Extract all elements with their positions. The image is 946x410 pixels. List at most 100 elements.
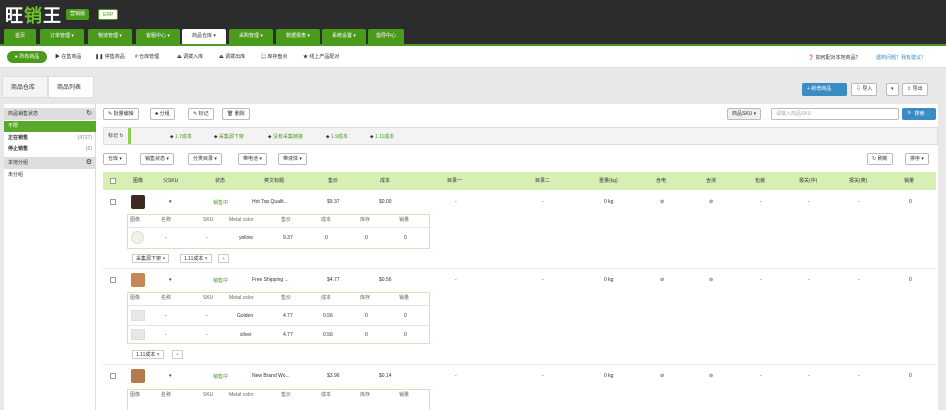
filter-category[interactable]: 分类目录 ▾ [188,153,222,165]
product-thumbnail[interactable] [131,369,145,383]
sku-select[interactable]: 商品SKU ▾ [727,108,762,120]
variant-table: 图像 名称 SKU Metal color 售价 成本 库存 销量 [127,389,430,410]
variant-sku: - [206,332,208,338]
select-all-checkbox[interactable] [110,178,116,184]
breadcrumb-product-list[interactable]: 商品列表 [48,76,94,98]
row-tag-chip[interactable]: 1.11成本 × [180,254,212,263]
image-placeholder-icon[interactable] [131,329,145,340]
sub-item-stocktake[interactable]: ▤ 库存盘点 [261,53,287,60]
nav-tab-guide[interactable]: 指导中心 [368,29,404,44]
search-button[interactable]: 🔍 搜索 [902,108,936,120]
row-checkbox[interactable] [110,199,116,205]
variant-thumbnail[interactable] [131,231,144,244]
tag-1-11[interactable]: ⬥ 1.11成本 [370,132,394,142]
filter-battery[interactable]: 带电池 ▾ [238,153,267,165]
nav-tab-warehouse[interactable]: 商品仓库 ▾ [182,29,226,44]
title-text[interactable]: New Brand Wo... [252,373,290,379]
sidebar-item-ungrouped[interactable]: 未分组 [4,170,96,181]
filter-warehouse[interactable]: 仓库 ▾ [103,153,127,165]
variant-sales: 0 [404,332,407,338]
import-button[interactable]: ⇩ 导入 [851,83,878,96]
help-link-pairing[interactable]: ❓ 如何配对本地商品？ [808,54,861,61]
search-input[interactable]: 请输入商品SKU [771,108,899,120]
add-tag-button[interactable]: + [218,254,229,263]
refresh-icon[interactable]: ↻ [86,108,92,120]
nav-tab-logistics[interactable]: 物流管理 ▾ [88,29,132,44]
row-tag-chip[interactable]: 1.11成本 × [132,350,164,359]
expand-toggle[interactable]: ▾ [169,277,172,283]
weight-text: 0 kg [604,199,614,205]
row-checkbox[interactable] [110,277,116,283]
sub-item-warehouse[interactable]: # 仓库管理 [135,53,159,60]
filter-liquid[interactable]: 带液体 ▾ [278,153,307,165]
help-link-feedback[interactable]: 遇到问题？我有建议！ [876,54,926,61]
import-dropdown-button[interactable]: ▾ [886,83,899,96]
export-button[interactable]: ⇪ 导出 [902,83,928,96]
erp-pill[interactable]: ERP [98,9,119,20]
nav-tab-settings[interactable]: 系统设置 ▾ [322,29,366,44]
sub-col-name: 名称 [161,217,172,223]
tag-icon: ⬥ [268,134,272,140]
logo[interactable]: 旺销王 [5,2,62,28]
tag-no-link[interactable]: ⬥ 没有采集链接 [268,132,303,142]
trade-edition-pill[interactable]: 营销版 [66,9,90,20]
variant-row: - - yellow 9.37 0 0 0 [128,228,429,248]
row-checkbox[interactable] [110,373,116,379]
sub-item-on-sale[interactable]: ▶ 在售商品 [55,53,81,60]
sub-item-off-sale[interactable]: ❚❚ 停售商品 [95,53,125,60]
add-product-button[interactable]: + 新增商品 [802,83,847,96]
sub-col-stock: 库存 [360,295,371,301]
nav-tab-purchase[interactable]: 采购管理 ▾ [229,29,273,44]
row-tag-chip[interactable]: 采集源下架 × [132,254,170,263]
group-button[interactable]: ♣ 分组 [150,108,175,120]
sub-item-transfer-in[interactable]: ⏏ 调拨入库 [177,53,203,60]
batch-edit-button[interactable]: ✎ 批量编辑 [103,108,139,120]
sort-button[interactable]: 排序 ▾ [905,153,929,165]
delete-button[interactable]: 🗑 删除 [222,108,250,120]
expand-toggle[interactable]: ▾ [169,373,172,379]
sub-col-image: 图像 [130,392,141,398]
title-text[interactable]: Free Shipping ... [252,277,289,283]
refresh-button[interactable]: ↻ 刷新 [867,153,893,165]
table-row[interactable]: ▾ 销售中 Free Shipping ... $4.77 $0.56 - - … [103,272,936,289]
title-text[interactable]: Hot Top Qualit... [252,199,288,205]
sidebar-item-all[interactable]: 不限 [4,121,96,132]
sub-item-online-pairing[interactable]: ★ 线上产品配对 [303,53,339,60]
all-products-button[interactable]: ● 所有商品 [7,51,47,63]
sub-col-sku: SKU [203,392,214,398]
sidebar-item-selling[interactable]: 正在销售 (4737) [4,133,96,144]
variant-cost: 0 [325,235,328,241]
table-row[interactable]: ▾ 销售中 New Brand Wo... $3.96 $0.14 - - 0 … [103,368,936,385]
sales-text: 0 [909,277,912,283]
nav-tab-home[interactable]: 首页 [4,29,36,44]
sub-col-name: 名称 [161,392,172,398]
expand-toggle[interactable]: ▾ [169,199,172,205]
nav-tab-orders[interactable]: 订单管理 ▾ [40,29,84,44]
variant-price: 4.77 [283,313,293,319]
sub-col-color: Metal color [229,217,254,223]
variant-table: 图像 名称 SKU Metal color 售价 成本 库存 销量 - - ye… [127,214,430,249]
image-placeholder-icon[interactable] [131,310,145,321]
gear-icon[interactable]: ⚙ [86,157,92,169]
no-battery-icon: ⊘ [660,199,665,205]
sub-item-transfer-out[interactable]: ⏏ 调拨出库 [219,53,245,60]
table-row[interactable]: ▾ 销售中 Hot Top Qualit... $9.37 $0.00 - - … [103,194,936,211]
nav-tab-reports[interactable]: 数据报表 ▾ [276,29,320,44]
mark-button[interactable]: ✎ 标记 [188,108,214,120]
tag-1-9[interactable]: ⬥ 1.9成本 [326,132,348,142]
filter-sale-status[interactable]: 销售状态 ▾ [140,153,174,165]
col-image: 图像 [133,178,144,184]
tag-source-removed[interactable]: ⬥ 采集源下架 [214,132,244,142]
sales-text: 0 [909,199,912,205]
nav-tab-service[interactable]: 客服中心 ▾ [136,29,180,44]
tag-1-7[interactable]: ⬥ 1.7成本 [170,132,192,142]
no-battery-icon: ⊘ [660,373,665,379]
breadcrumb-warehouse[interactable]: 商品仓库 [2,76,48,98]
product-thumbnail[interactable] [131,273,145,287]
add-tag-button[interactable]: + [172,350,183,359]
sidebar-item-stopped[interactable]: 停止销售 (5) [4,144,96,155]
product-thumbnail[interactable] [131,195,145,209]
customs-cn-text: - [808,277,810,283]
sidebar-status-header: 商品销售状态 ↻ [4,108,96,120]
tag-icon: ⬥ [170,134,174,140]
